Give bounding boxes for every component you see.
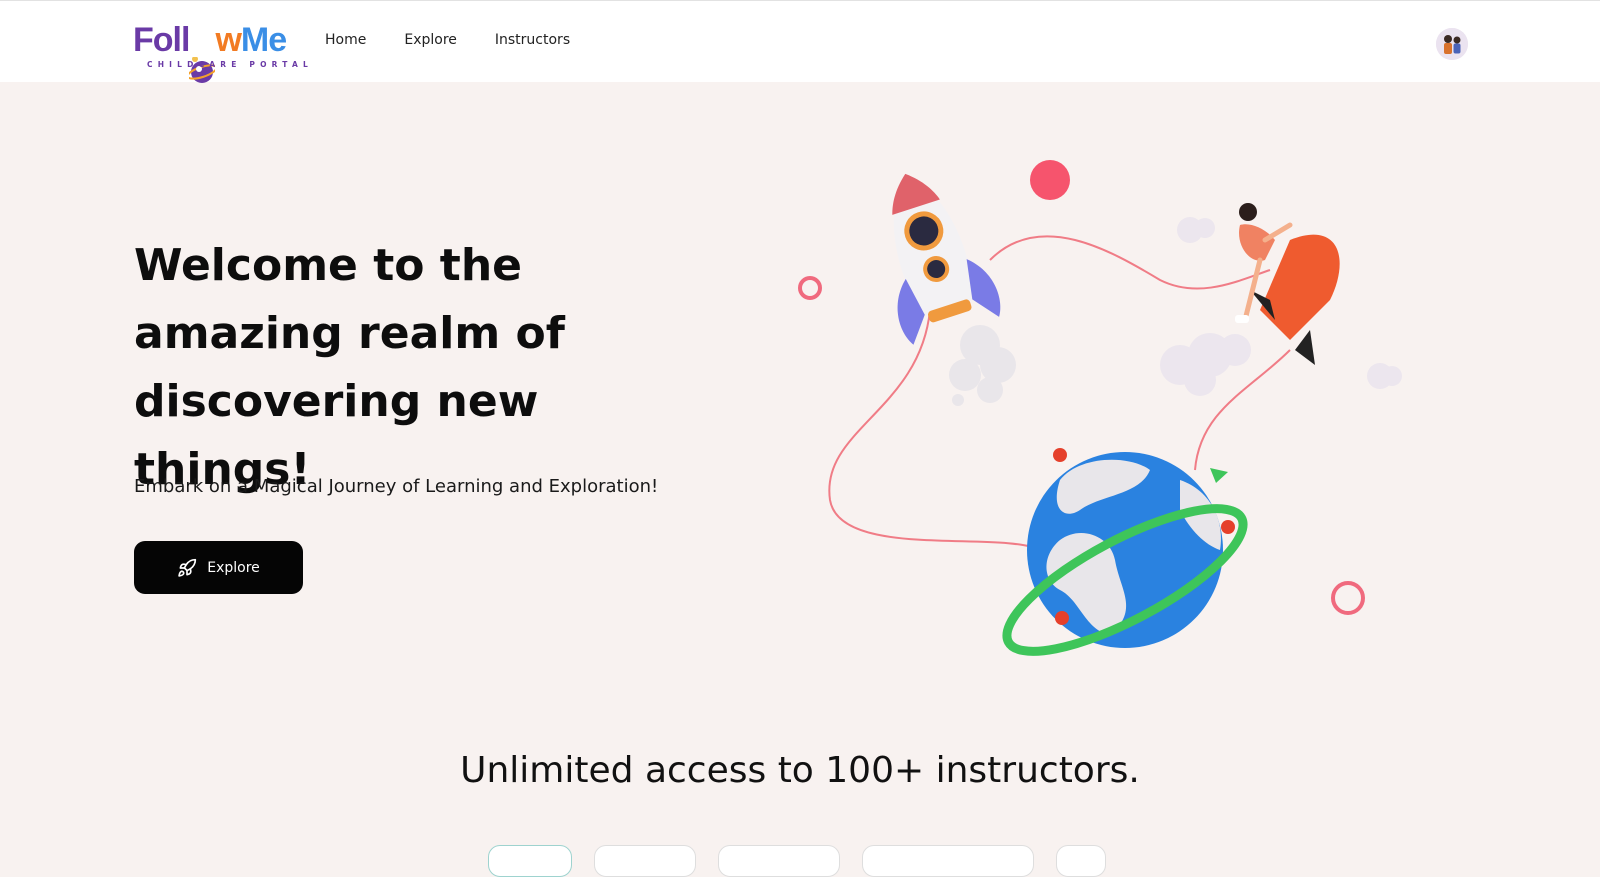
trail-line xyxy=(828,309,1041,551)
category-filter-pill[interactable] xyxy=(862,845,1034,877)
logo-tagline: CHILDCARE PORTAL xyxy=(147,60,314,69)
earth-globe xyxy=(1002,448,1248,656)
pink-ring-2 xyxy=(1331,581,1365,615)
category-filter-row xyxy=(488,845,1106,877)
space-exploration-illustration xyxy=(798,160,1402,656)
hero-title: Welcome to the amazing realm of discover… xyxy=(134,240,565,495)
category-filter-pill[interactable] xyxy=(594,845,696,877)
explore-button[interactable]: Explore xyxy=(134,541,303,594)
main-nav: Home Explore Instructors xyxy=(325,32,608,48)
pink-ring xyxy=(798,276,822,300)
girl-on-rocket xyxy=(1235,203,1340,365)
nav-instructors-link[interactable]: Instructors xyxy=(495,32,570,48)
category-filter-pill[interactable] xyxy=(488,845,572,877)
explore-button-label: Explore xyxy=(207,559,260,576)
instructors-heading: Unlimited access to 100+ instructors. xyxy=(460,750,1140,791)
pink-ball xyxy=(1030,160,1070,200)
cloud-cluster-left xyxy=(949,325,1016,406)
user-avatar-icon[interactable] xyxy=(1436,28,1468,60)
category-filter-pill[interactable] xyxy=(1056,845,1106,877)
category-filter-pill[interactable] xyxy=(718,845,840,877)
nav-home-link[interactable]: Home xyxy=(325,32,366,48)
rocket-icon xyxy=(178,558,197,577)
cloud-cluster-right xyxy=(1160,333,1251,396)
logo-wordmark: Foll wMe xyxy=(133,17,287,83)
followme-logo[interactable]: Foll wMe CHILDCARE PORTAL xyxy=(133,17,308,83)
nav-explore-link[interactable]: Explore xyxy=(404,32,457,48)
top-navbar: Foll wMe CHILDCARE PORTAL Home Explore In… xyxy=(0,0,1600,83)
hero-subtitle: Embark on a Magical Journey of Learning … xyxy=(134,476,659,497)
white-rocket xyxy=(892,173,1001,345)
trail-line-2 xyxy=(989,235,1271,290)
